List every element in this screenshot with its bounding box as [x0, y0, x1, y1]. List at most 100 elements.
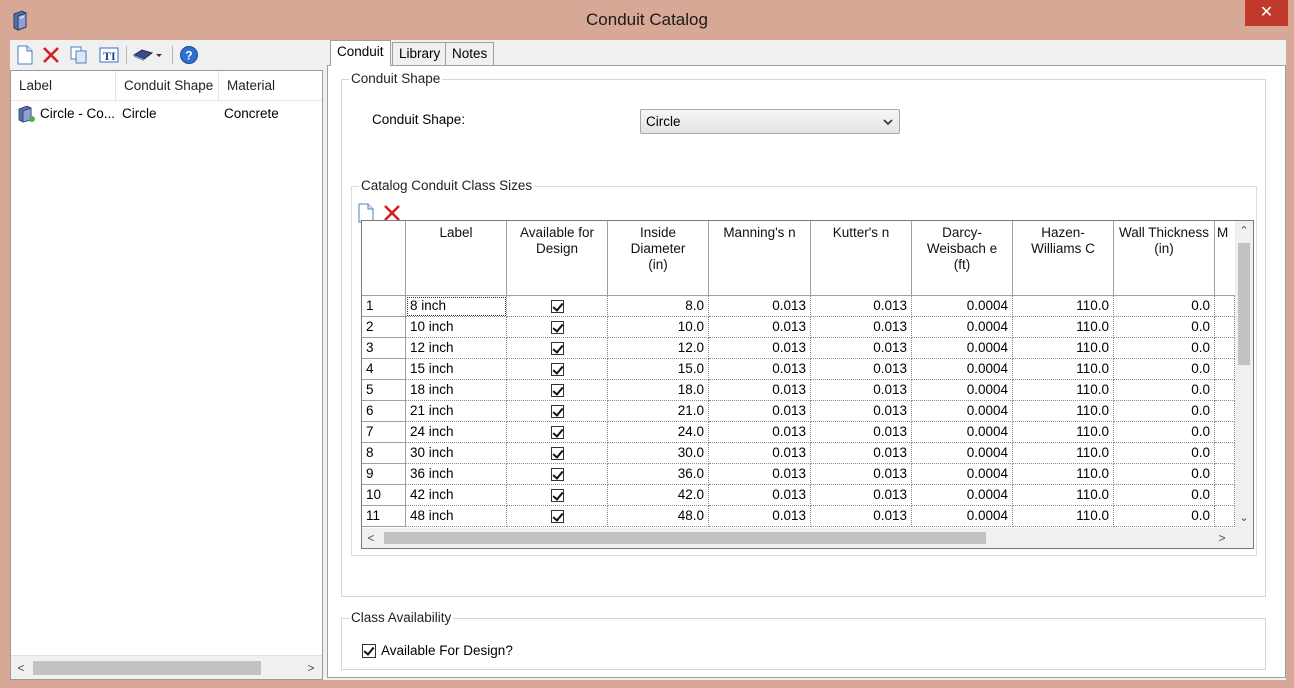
table-row[interactable]: 10 42 inch 42.0 0.013 0.013 0.0004 110.0 0.0: [362, 485, 1235, 506]
cell-hazen-williams[interactable]: 110.0: [1013, 422, 1114, 443]
scroll-down-icon[interactable]: ⌄: [1235, 508, 1253, 528]
table-row[interactable]: 11 48 inch 48.0 0.013 0.013 0.0004 110.0 0.0: [362, 506, 1235, 527]
cell-label[interactable]: 15 inch: [406, 359, 507, 380]
rename-icon[interactable]: TI: [98, 44, 120, 66]
cell-kutters-n[interactable]: 0.013: [811, 506, 912, 527]
table-row[interactable]: 6 21 inch 21.0 0.013 0.013 0.0004 110.0 0.0: [362, 401, 1235, 422]
cell-mannings-n[interactable]: 0.013: [709, 296, 811, 317]
help-icon[interactable]: ?: [178, 44, 200, 66]
cell-available[interactable]: [507, 464, 608, 485]
cell-darcy-weisbach[interactable]: 0.0004: [912, 359, 1013, 380]
cell-wall-thickness[interactable]: 0.0: [1114, 380, 1215, 401]
cell-wall-thickness[interactable]: 0.0: [1114, 506, 1215, 527]
cell-darcy-weisbach[interactable]: 0.0004: [912, 338, 1013, 359]
cell-available[interactable]: [507, 317, 608, 338]
table-row[interactable]: 7 24 inch 24.0 0.013 0.013 0.0004 110.0 0.0: [362, 422, 1235, 443]
cell-available[interactable]: [507, 443, 608, 464]
cell-darcy-weisbach[interactable]: 0.0004: [912, 422, 1013, 443]
cell-hazen-williams[interactable]: 110.0: [1013, 296, 1114, 317]
grid-vertical-scrollbar[interactable]: ⌃ ⌄: [1235, 221, 1253, 528]
cell-available[interactable]: [507, 422, 608, 443]
column-header-mannings-n[interactable]: Manning's n: [709, 221, 811, 296]
table-row[interactable]: 18 inch 8.0 0.013 0.013 0.0004 110.0 0.0: [362, 296, 1235, 317]
table-row[interactable]: 8 30 inch 30.0 0.013 0.013 0.0004 110.0 0.0: [362, 443, 1235, 464]
table-row[interactable]: 3 12 inch 12.0 0.013 0.013 0.0004 110.0 0.0: [362, 338, 1235, 359]
column-header-wall-thickness[interactable]: Wall Thickness (in): [1114, 221, 1215, 296]
available-checkbox[interactable]: [551, 426, 564, 439]
available-checkbox[interactable]: [551, 342, 564, 355]
column-header-inside-diameter[interactable]: Inside Diameter (in): [608, 221, 709, 296]
cell-mannings-n[interactable]: 0.013: [709, 443, 811, 464]
cell-available[interactable]: [507, 380, 608, 401]
cell-wall-thickness[interactable]: 0.0: [1114, 338, 1215, 359]
tab-library[interactable]: Library: [392, 42, 448, 65]
cell-kutters-n[interactable]: 0.013: [811, 401, 912, 422]
column-header-kutters-n[interactable]: Kutter's n: [811, 221, 912, 296]
cell-inside-diameter[interactable]: 18.0: [608, 380, 709, 401]
cell-kutters-n[interactable]: 0.013: [811, 317, 912, 338]
cell-darcy-weisbach[interactable]: 0.0004: [912, 317, 1013, 338]
available-checkbox[interactable]: [551, 384, 564, 397]
cell-material[interactable]: [1215, 422, 1235, 443]
cell-wall-thickness[interactable]: 0.0: [1114, 485, 1215, 506]
cell-mannings-n[interactable]: 0.013: [709, 506, 811, 527]
cell-kutters-n[interactable]: 0.013: [811, 485, 912, 506]
cell-wall-thickness[interactable]: 0.0: [1114, 359, 1215, 380]
available-checkbox[interactable]: [551, 321, 564, 334]
conduit-shape-select[interactable]: Circle: [640, 109, 900, 134]
table-row[interactable]: 5 18 inch 18.0 0.013 0.013 0.0004 110.0 0.0: [362, 380, 1235, 401]
library-dropdown-icon[interactable]: [131, 44, 165, 66]
cell-inside-diameter[interactable]: 15.0: [608, 359, 709, 380]
cell-hazen-williams[interactable]: 110.0: [1013, 359, 1114, 380]
cell-material[interactable]: [1215, 380, 1235, 401]
cell-material[interactable]: [1215, 464, 1235, 485]
table-row[interactable]: 9 36 inch 36.0 0.013 0.013 0.0004 110.0 0.0: [362, 464, 1235, 485]
cell-wall-thickness[interactable]: 0.0: [1114, 443, 1215, 464]
cell-mannings-n[interactable]: 0.013: [709, 338, 811, 359]
cell-darcy-weisbach[interactable]: 0.0004: [912, 296, 1013, 317]
delete-icon[interactable]: [40, 44, 62, 66]
cell-hazen-williams[interactable]: 110.0: [1013, 317, 1114, 338]
cell-inside-diameter[interactable]: 21.0: [608, 401, 709, 422]
cell-wall-thickness[interactable]: 0.0: [1114, 296, 1215, 317]
cell-mannings-n[interactable]: 0.013: [709, 422, 811, 443]
cell-mannings-n[interactable]: 0.013: [709, 401, 811, 422]
column-header-material[interactable]: M: [1215, 221, 1235, 296]
scroll-left-icon[interactable]: <: [11, 656, 31, 680]
cell-hazen-williams[interactable]: 110.0: [1013, 485, 1114, 506]
cell-material[interactable]: [1215, 317, 1235, 338]
cell-darcy-weisbach[interactable]: 0.0004: [912, 443, 1013, 464]
scroll-thumb[interactable]: [384, 532, 986, 544]
available-checkbox[interactable]: [551, 405, 564, 418]
cell-mannings-n[interactable]: 0.013: [709, 380, 811, 401]
cell-label[interactable]: 8 inch: [406, 296, 507, 317]
cell-material[interactable]: [1215, 401, 1235, 422]
cell-kutters-n[interactable]: 0.013: [811, 422, 912, 443]
available-checkbox[interactable]: [551, 300, 564, 313]
available-checkbox[interactable]: [551, 510, 564, 523]
cell-kutters-n[interactable]: 0.013: [811, 380, 912, 401]
scroll-left-icon[interactable]: <: [362, 528, 380, 548]
column-header-conduit-shape[interactable]: Conduit Shape: [116, 71, 219, 101]
cell-material[interactable]: [1215, 506, 1235, 527]
cell-label[interactable]: 42 inch: [406, 485, 507, 506]
cell-hazen-williams[interactable]: 110.0: [1013, 401, 1114, 422]
list-item[interactable]: Circle - Co... Circle Concrete: [11, 103, 322, 125]
cell-label[interactable]: 48 inch: [406, 506, 507, 527]
cell-mannings-n[interactable]: 0.013: [709, 464, 811, 485]
column-header-darcy-weisbach[interactable]: Darcy- Weisbach e (ft): [912, 221, 1013, 296]
available-checkbox[interactable]: [551, 468, 564, 481]
table-row[interactable]: 4 15 inch 15.0 0.013 0.013 0.0004 110.0 0.0: [362, 359, 1235, 380]
cell-material[interactable]: [1215, 443, 1235, 464]
cell-darcy-weisbach[interactable]: 0.0004: [912, 401, 1013, 422]
cell-material[interactable]: [1215, 359, 1235, 380]
available-checkbox[interactable]: [551, 489, 564, 502]
grid-horizontal-scrollbar[interactable]: < >: [362, 528, 1253, 548]
cell-inside-diameter[interactable]: 8.0: [608, 296, 709, 317]
cell-mannings-n[interactable]: 0.013: [709, 317, 811, 338]
cell-inside-diameter[interactable]: 30.0: [608, 443, 709, 464]
cell-available[interactable]: [507, 338, 608, 359]
cell-inside-diameter[interactable]: 12.0: [608, 338, 709, 359]
cell-material[interactable]: [1215, 338, 1235, 359]
cell-available[interactable]: [507, 401, 608, 422]
